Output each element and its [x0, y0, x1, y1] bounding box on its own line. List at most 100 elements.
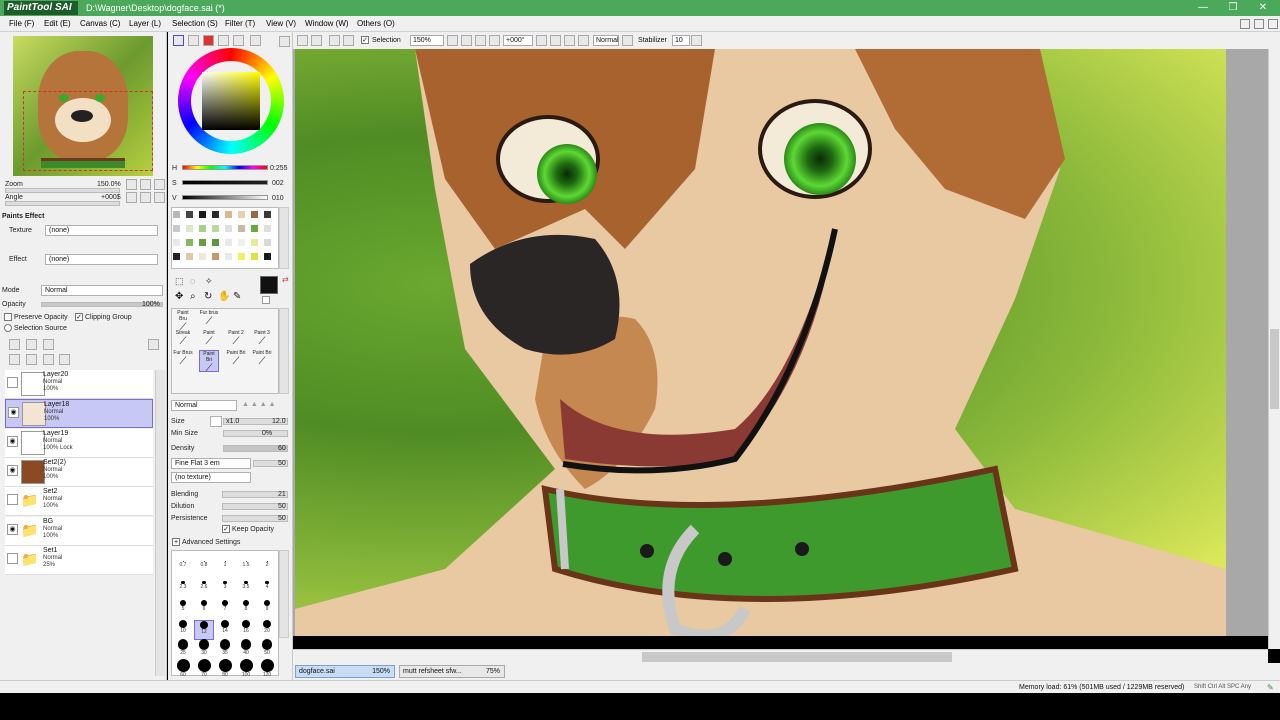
color-swatch[interactable]	[173, 253, 180, 260]
color-wheel[interactable]	[178, 48, 284, 154]
color-swatch[interactable]	[212, 211, 219, 218]
color-menu-icon[interactable]	[250, 35, 261, 46]
menu-filter[interactable]: Filter (T)	[225, 18, 255, 30]
menu-layer[interactable]: Layer (L)	[129, 18, 161, 30]
color-swatch[interactable]	[212, 239, 219, 246]
deselect-icon[interactable]	[297, 35, 308, 46]
brush-size-preset[interactable]: 120	[257, 658, 277, 679]
color-swatch[interactable]	[199, 239, 206, 246]
brush-tool-cell[interactable]: Paint ⟋	[199, 330, 219, 352]
advanced-settings-toggle[interactable]: +	[172, 538, 180, 546]
close-button[interactable]: ✕	[1248, 0, 1278, 16]
brush-size-preset[interactable]: 16	[236, 619, 256, 640]
magic-wand-icon[interactable]: ✧	[205, 276, 213, 287]
layer-row[interactable]: ◉ 📁 BG Normal 100%	[5, 516, 153, 546]
saturation-value-square[interactable]	[202, 72, 260, 130]
brush-size-preset[interactable]: 5	[173, 600, 193, 620]
brush-size-preset[interactable]: 2.3	[173, 580, 193, 601]
zoom-tool-icon[interactable]: ⌕	[190, 291, 196, 302]
brush-size-preset[interactable]: 1.5	[236, 561, 256, 581]
rotate-left-icon[interactable]	[536, 35, 547, 46]
clear-icon[interactable]	[329, 35, 340, 46]
zoom-in-icon[interactable]	[461, 35, 472, 46]
color-swatch[interactable]	[173, 211, 180, 218]
menu-window[interactable]: Window (W)	[305, 18, 349, 30]
eye-icon[interactable]: ◉	[7, 523, 18, 535]
brush-size-preset[interactable]: 6	[194, 600, 214, 620]
color-swatch[interactable]	[199, 253, 206, 260]
menu-view[interactable]: View (V)	[266, 18, 296, 30]
menu-selection[interactable]: Selection (S)	[172, 18, 218, 30]
color-swatch[interactable]	[238, 239, 245, 246]
layer-scrollbar[interactable]	[155, 370, 165, 676]
brush-size-scrollbar[interactable]	[279, 550, 289, 638]
rgb-slider-tab-icon[interactable]	[188, 35, 199, 46]
menu-edit[interactable]: Edit (E)	[44, 18, 71, 30]
nav-zoom-in-icon[interactable]	[140, 179, 151, 190]
eye-icon[interactable]	[7, 494, 18, 506]
brush-size-preset[interactable]: 3.5	[236, 580, 256, 601]
zoom-fit-icon[interactable]	[489, 35, 500, 46]
brush-size-preset[interactable]: 2.6	[194, 580, 214, 601]
tab-mutt-refsheet[interactable]: mutt refsheet sfw... 75%	[399, 665, 505, 678]
primary-color-swatch[interactable]	[260, 276, 278, 294]
keep-opacity-checkbox[interactable]: ✓	[222, 525, 230, 533]
hand-tool-icon[interactable]: ✋	[218, 291, 230, 302]
brush-size-preset[interactable]: 10	[173, 619, 193, 640]
brush-size-preset[interactable]: 50	[257, 639, 277, 659]
texture-select[interactable]: (none)	[45, 225, 158, 236]
color-swatch[interactable]	[212, 253, 219, 260]
transparent-color-swatch[interactable]	[262, 296, 270, 304]
selection-checkbox[interactable]: ✓	[361, 36, 369, 44]
brush-size-preset[interactable]: 4	[257, 580, 277, 601]
brush-size-preset[interactable]: 14	[215, 619, 235, 640]
navigator-preview[interactable]	[13, 36, 153, 176]
hue-slider[interactable]	[182, 165, 268, 170]
minimize-button[interactable]: —	[1188, 0, 1218, 16]
clipping-group-checkbox[interactable]: ✓	[75, 313, 83, 321]
color-swatch[interactable]	[186, 225, 193, 232]
color-swatch[interactable]	[173, 225, 180, 232]
blend-mode-field[interactable]: Normal	[593, 35, 619, 46]
angle-field[interactable]: +000°	[503, 35, 533, 46]
effect-select[interactable]: (none)	[45, 254, 158, 265]
brush-size-preset[interactable]: 8	[236, 600, 256, 620]
brush-size-preset[interactable]: 0.8	[194, 561, 214, 581]
zoom-out-icon[interactable]	[447, 35, 458, 46]
nav-zoom-reset-icon[interactable]	[154, 179, 165, 190]
brush-scrollbar[interactable]	[279, 308, 289, 394]
nav-rotate-right-icon[interactable]	[140, 192, 151, 203]
brush-size-preset[interactable]: 9	[257, 600, 277, 620]
eye-icon[interactable]: ◉	[7, 435, 18, 447]
stabilizer-dropdown-icon[interactable]	[691, 35, 702, 46]
brush-tool-cell[interactable]: Paint 2 ⟋	[226, 330, 246, 352]
brush-size-preset[interactable]: 80	[215, 658, 235, 679]
brush-texture-select[interactable]: (no texture)	[171, 472, 251, 483]
tab-dogface[interactable]: dogface.sai 150%	[295, 665, 395, 678]
rotate-reset-icon[interactable]	[564, 35, 575, 46]
menu-canvas[interactable]: Canvas (C)	[80, 18, 120, 30]
color-swatch[interactable]	[238, 211, 245, 218]
vertical-scroll-thumb[interactable]	[1270, 329, 1279, 409]
merge-down-icon[interactable]	[26, 354, 37, 365]
color-swatch[interactable]	[264, 253, 271, 260]
brush-shape-select[interactable]: Fine Flat 3 em	[171, 458, 251, 469]
brush-size-preset[interactable]: 100	[236, 658, 256, 679]
rotate-right-icon[interactable]	[550, 35, 561, 46]
brush-tool-cell[interactable]: Paint Bri ⟋	[226, 350, 246, 372]
brush-tool-cell[interactable]: Fur Brus ⟋	[173, 350, 193, 372]
new-linework-layer-icon[interactable]	[26, 339, 37, 350]
eye-icon[interactable]: ◉	[8, 407, 19, 419]
color-swatch[interactable]	[186, 211, 193, 218]
color-swatch[interactable]	[264, 211, 271, 218]
color-swatch[interactable]	[212, 225, 219, 232]
hsv-slider-tab-icon[interactable]	[203, 35, 214, 46]
color-wheel-tab-icon[interactable]	[173, 35, 184, 46]
eye-icon[interactable]	[7, 377, 18, 388]
value-slider[interactable]	[182, 195, 268, 200]
vertical-scrollbar[interactable]	[1268, 49, 1280, 649]
color-swatch[interactable]	[225, 239, 232, 246]
brush-size-preset[interactable]: 7	[215, 600, 235, 620]
menu-file[interactable]: File (F)	[9, 18, 34, 30]
fill-icon[interactable]	[343, 35, 354, 46]
